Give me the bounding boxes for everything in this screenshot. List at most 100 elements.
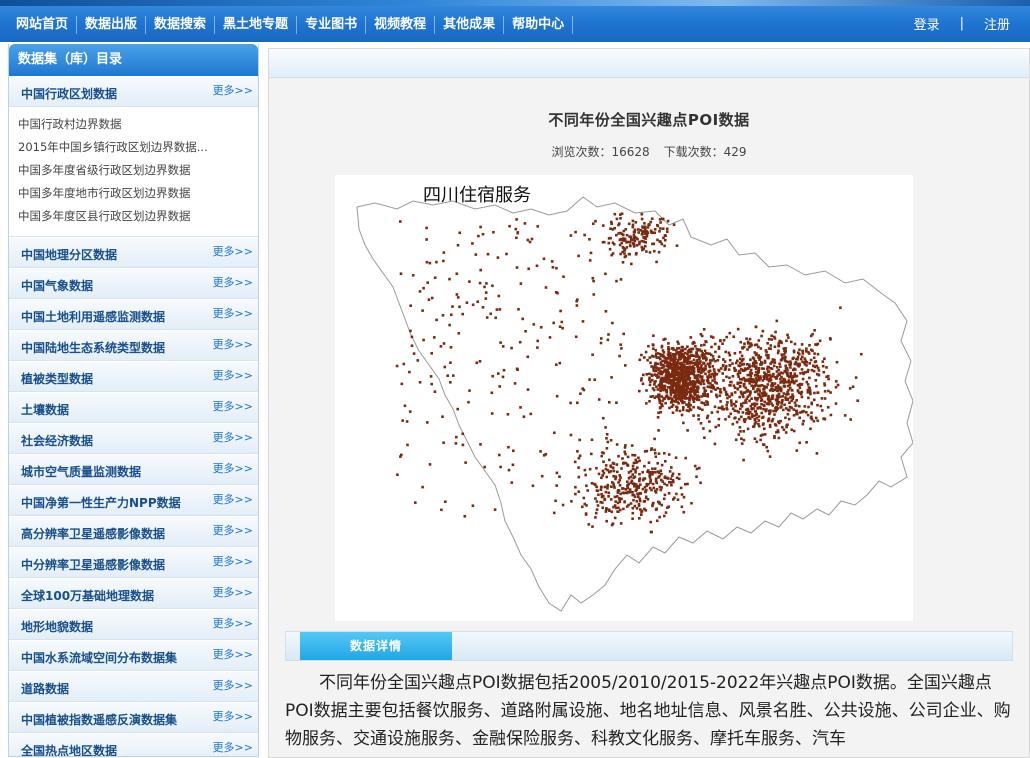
poi-dot [396,473,399,476]
more-link[interactable]: 更多>> [213,336,253,352]
poi-dot [472,504,475,507]
poi-dot [783,429,786,432]
sichuan-boundary [357,197,913,611]
sidebar-category[interactable]: 高分辨率卫星遥感影像数据更多>> [9,516,258,547]
more-link[interactable]: 更多>> [213,522,253,538]
more-link[interactable]: 更多>> [213,584,253,600]
sidebar-category[interactable]: 中分辨率卫星遥感影像数据更多>> [9,547,258,578]
poi-dot [619,217,622,220]
sub-item-county-boundaries[interactable]: 中国多年度区县行政区划边界数据 [18,205,258,228]
poi-dot [559,325,562,328]
sidebar-category[interactable]: 道路数据更多>> [9,671,258,702]
poi-dot [758,394,761,397]
more-link[interactable]: 更多>> [213,677,253,693]
poi-dot [605,520,608,523]
more-link[interactable]: 更多>> [213,739,253,755]
nav-home[interactable]: 网站首页 [8,16,77,34]
poi-dot [426,261,429,264]
poi-dot [716,396,719,399]
poi-dot [810,359,813,362]
poi-dot [763,401,766,404]
sub-item-village-boundaries[interactable]: 中国行政村边界数据 [18,113,258,136]
sidebar-category[interactable]: 土壤数据更多>> [9,392,258,423]
poi-dot [743,346,746,349]
poi-dot [574,486,577,489]
more-link[interactable]: 更多>> [213,460,253,476]
nav-help-center[interactable]: 帮助中心 [504,16,573,34]
more-link[interactable]: 更多>> [213,243,253,259]
poi-dot [782,409,785,412]
poi-dot [604,426,607,429]
poi-dot [403,363,406,366]
register-link[interactable]: 注册 [984,14,1010,33]
sidebar-category[interactable]: 社会经济数据更多>> [9,423,258,454]
poi-dot [664,338,667,341]
sidebar-category[interactable]: 中国陆地生态系统类型数据更多>> [9,330,258,361]
poi-dot [758,358,761,361]
sidebar-category[interactable]: 全球100万基础地理数据更多>> [9,578,258,609]
data-details-tab[interactable]: 数据详情 [300,632,452,660]
sub-item-province-boundaries[interactable]: 中国多年度省级行政区划边界数据 [18,159,258,182]
poi-dot [745,337,748,340]
sidebar-category[interactable]: 全国热点地区数据更多>> [9,733,258,757]
poi-dot [795,358,798,361]
poi-dot [752,378,755,381]
nav-data-search[interactable]: 数据搜索 [146,16,215,34]
poi-dot [610,376,613,379]
more-link[interactable]: 更多>> [213,82,253,98]
poi-dot [533,323,536,326]
page-title: 不同年份全国兴趣点POI数据 [269,109,1029,130]
sidebar-category[interactable]: 植被类型数据更多>> [9,361,258,392]
poi-dot [663,386,666,389]
sidebar-category[interactable]: 中国地理分区数据更多>> [9,237,258,268]
poi-dot [664,477,667,480]
sidebar-category[interactable]: 中国净第一性生产力NPP数据更多>> [9,485,258,516]
poi-dot [497,372,500,375]
poi-dot [468,389,471,392]
sidebar-category[interactable]: 中国水系流域空间分布数据集更多>> [9,640,258,671]
poi-dot [644,491,647,494]
sub-item-city-boundaries[interactable]: 中国多年度地市行政区划边界数据 [18,182,258,205]
poi-dot [590,453,593,456]
sidebar-category[interactable]: 中国气象数据更多>> [9,268,258,299]
poi-dot [425,238,428,241]
nav-professional-books[interactable]: 专业图书 [297,16,366,34]
auth-links: 登录 | 注册 [914,14,1010,33]
sidebar-category[interactable]: 城市空气质量监测数据 更多>> [9,454,258,485]
nav-black-soil-topic[interactable]: 黑土地专题 [215,16,297,34]
nav-data-publishing[interactable]: 数据出版 [77,16,146,34]
sub-item-township-boundaries-2015[interactable]: 2015年中国乡镇行政区划边界数据... [18,136,258,159]
sidebar-category[interactable]: 中国土地利用遥感监测数据更多>> [9,299,258,330]
poi-dot [800,393,803,396]
more-link[interactable]: 更多>> [213,553,253,569]
poi-dot [620,242,623,245]
poi-dot [815,385,818,388]
more-link[interactable]: 更多>> [213,429,253,445]
login-link[interactable]: 登录 [914,14,940,33]
sidebar-category[interactable]: 地形地貌数据更多>> [9,609,258,640]
more-link[interactable]: 更多>> [213,708,253,724]
sidebar-category-admin-divisions[interactable]: 中国行政区划数据 更多>> [9,76,258,107]
more-link[interactable]: 更多>> [213,646,253,662]
poi-dot [813,357,816,360]
sidebar-category[interactable]: 中国植被指数遥感反演数据集更多>> [9,702,258,733]
more-link[interactable]: 更多>> [213,367,253,383]
poi-dot [621,457,624,460]
more-link[interactable]: 更多>> [213,398,253,414]
poi-dot [644,509,647,512]
more-link[interactable]: 更多>> [213,305,253,321]
poi-dot [581,387,584,390]
more-link[interactable]: 更多>> [213,274,253,290]
poi-dot [760,363,763,366]
poi-dot [658,452,661,455]
poi-dot [605,437,608,440]
poi-dot [756,441,759,444]
poi-dot [428,298,431,301]
nav-video-tutorials[interactable]: 视频教程 [366,16,435,34]
nav-other-results[interactable]: 其他成果 [435,16,504,34]
more-link[interactable]: 更多>> [213,615,253,631]
poi-dot [613,243,616,246]
category-label: 城市空气质量监测数据 [21,463,141,480]
more-link[interactable]: 更多>> [213,491,253,507]
poi-dot [627,483,630,486]
